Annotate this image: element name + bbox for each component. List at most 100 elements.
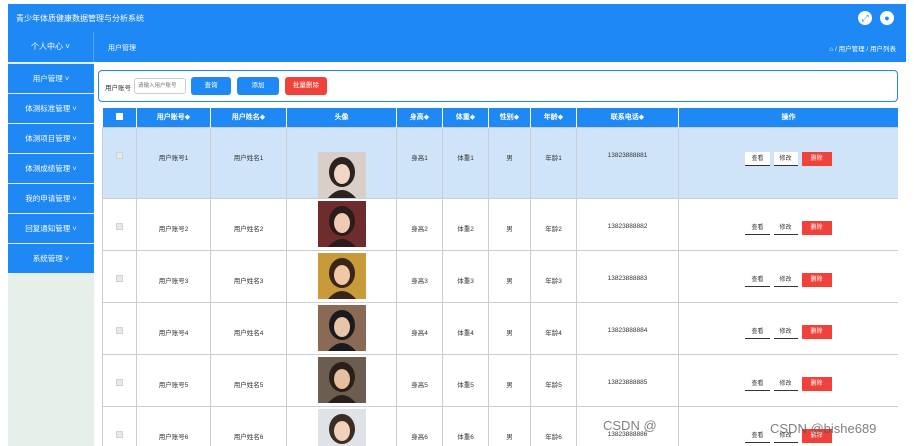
age-cell: 年龄6 bbox=[530, 405, 577, 446]
row-checkbox[interactable] bbox=[116, 274, 123, 282]
add-button[interactable]: 添加 bbox=[237, 77, 279, 95]
name-cell: 用户姓名3 bbox=[210, 249, 287, 303]
height-cell: 身高5 bbox=[396, 353, 443, 407]
col-name[interactable]: 用户姓名◆ bbox=[210, 108, 287, 127]
edit-button[interactable]: 修改 bbox=[773, 220, 798, 235]
view-button[interactable]: 查看 bbox=[745, 428, 770, 443]
avatar bbox=[317, 151, 366, 198]
view-button[interactable]: 查看 bbox=[745, 272, 770, 287]
table-row[interactable]: 用户账号4 用户姓名4 身高4 体重4 男年龄4 13823888884 查看 修改 删除 bbox=[102, 301, 898, 355]
edit-button[interactable]: 修改 bbox=[773, 324, 798, 339]
view-button[interactable]: 查看 bbox=[745, 324, 770, 339]
delete-button[interactable]: 删除 bbox=[801, 324, 832, 339]
row-checkbox[interactable] bbox=[116, 222, 123, 230]
col-account[interactable]: 用户账号◆ bbox=[136, 108, 211, 127]
select-cell[interactable] bbox=[102, 405, 137, 446]
sidebar-item-reply-notice[interactable]: 回复通知管理 ˅ bbox=[8, 214, 94, 243]
avatar-cell bbox=[286, 249, 397, 303]
phone-cell: 13823888881 bbox=[576, 126, 679, 199]
search-toolbar: 用户账号 查询 添加 批量删除 bbox=[98, 70, 898, 102]
view-button[interactable]: 查看 bbox=[745, 376, 770, 391]
sidebar-item-label: 用户管理 bbox=[32, 74, 63, 83]
sidebar-item-label: 体测标准管理 bbox=[25, 104, 71, 113]
account-label: 用户账号 bbox=[105, 85, 131, 92]
sidebar-item-label: 回复通知管理 bbox=[25, 224, 71, 233]
avatar-cell bbox=[286, 301, 397, 355]
delete-button[interactable]: 删除 bbox=[801, 220, 832, 235]
select-all-checkbox[interactable] bbox=[115, 112, 123, 120]
name-cell: 用户姓名4 bbox=[210, 301, 287, 355]
phone-cell: 13823888885 bbox=[576, 353, 679, 407]
select-all-header[interactable] bbox=[102, 108, 137, 127]
avatar-cell bbox=[286, 126, 397, 199]
col-age[interactable]: 年龄◆ bbox=[530, 108, 577, 127]
watermark-right: CSDN @bishe689 bbox=[770, 421, 877, 436]
delete-button[interactable]: 删除 bbox=[801, 376, 832, 391]
avatar bbox=[317, 304, 366, 351]
height-cell: 身高3 bbox=[396, 249, 443, 303]
sidebar-item-fitness-score[interactable]: 体测成绩管理 ˅ bbox=[8, 154, 94, 183]
view-button[interactable]: 查看 bbox=[745, 151, 770, 166]
col-phone[interactable]: 联系电话◆ bbox=[576, 108, 679, 127]
view-button[interactable]: 查看 bbox=[745, 220, 770, 235]
watermark-left: CSDN @ bbox=[603, 418, 657, 433]
select-cell[interactable] bbox=[102, 353, 137, 407]
delete-button[interactable]: 删除 bbox=[801, 151, 832, 166]
actions-cell: 查看 修改 删除 bbox=[678, 197, 898, 251]
name-cell: 用户姓名5 bbox=[210, 353, 287, 407]
sidebar-item-fitness-item[interactable]: 体测项目管理 ˅ bbox=[8, 124, 94, 153]
name-cell: 用户姓名2 bbox=[210, 197, 287, 251]
edit-button[interactable]: 修改 bbox=[773, 151, 798, 166]
age-cell: 年龄4 bbox=[530, 301, 577, 355]
sidebar-item-my-application[interactable]: 我的申请管理 ˅ bbox=[8, 184, 94, 213]
sidebar-item-fitness-standard[interactable]: 体测标准管理 ˅ bbox=[8, 94, 94, 123]
fullscreen-icon[interactable]: ⤢ bbox=[858, 11, 872, 25]
edit-button[interactable]: 修改 bbox=[773, 272, 798, 287]
table-row[interactable]: 用户账号2 用户姓名2 身高2 体重2 男年龄2 13823888882 查看 修改 删除 bbox=[102, 197, 898, 251]
account-cell: 用户账号2 bbox=[136, 197, 211, 251]
personal-center-menu[interactable]: 个人中心 ˅ bbox=[8, 32, 94, 62]
gender-cell: 男 bbox=[488, 301, 531, 355]
delete-button[interactable]: 删除 bbox=[801, 272, 832, 287]
row-checkbox[interactable] bbox=[116, 151, 123, 159]
account-cell: 用户账号6 bbox=[136, 405, 211, 446]
table-row[interactable]: 用户账号3 用户姓名3 身高3 体重3 男年龄3 13823888883 查看 修改 删除 bbox=[102, 249, 898, 303]
col-avatar: 头像 bbox=[286, 108, 397, 127]
col-gender[interactable]: 性别◆ bbox=[488, 108, 531, 127]
gender-cell: 男 bbox=[488, 197, 531, 251]
sidebar: 用户管理 ˅ 体测标准管理 ˅ 体测项目管理 ˅ 体测成绩管理 ˅ 我的申请管理… bbox=[8, 62, 94, 446]
user-icon[interactable]: ● bbox=[880, 11, 894, 25]
row-checkbox[interactable] bbox=[116, 430, 123, 438]
phone-cell: 13823888883 bbox=[576, 249, 679, 303]
actions-cell: 查看 修改 删除 bbox=[678, 126, 898, 199]
select-cell[interactable] bbox=[102, 301, 137, 355]
avatar-cell bbox=[286, 353, 397, 407]
personal-center-label: 个人中心 bbox=[31, 42, 64, 51]
table-row[interactable]: 用户账号1 用户姓名1 身高1 体重1 男年龄1 13823888881 查看 修改 删除 bbox=[102, 126, 898, 199]
col-height[interactable]: 身高◆ bbox=[396, 108, 443, 127]
avatar bbox=[317, 200, 366, 247]
sidebar-item-user-management[interactable]: 用户管理 ˅ bbox=[8, 64, 94, 93]
actions-cell: 查看 修改 删除 bbox=[678, 301, 898, 355]
batch-delete-button[interactable]: 批量删除 bbox=[285, 77, 327, 95]
account-search-input[interactable] bbox=[134, 78, 186, 94]
table-row[interactable]: 用户账号5 用户姓名5 身高5 体重5 男年龄5 13823888885 查看 修改 删除 bbox=[102, 353, 898, 407]
account-cell: 用户账号1 bbox=[136, 126, 211, 199]
sidebar-item-label: 体测项目管理 bbox=[25, 134, 71, 143]
select-cell[interactable] bbox=[102, 197, 137, 251]
height-cell: 身高1 bbox=[396, 126, 443, 199]
row-checkbox[interactable] bbox=[116, 378, 123, 386]
search-button[interactable]: 查询 bbox=[191, 77, 231, 95]
table-header: 用户账号◆ 用户姓名◆ 头像 身高◆ 体重◆ 性别◆ 年龄◆ 联系电话◆ 操作 bbox=[102, 108, 898, 127]
row-checkbox[interactable] bbox=[116, 326, 123, 334]
phone-cell: 13823888884 bbox=[576, 301, 679, 355]
edit-button[interactable]: 修改 bbox=[773, 376, 798, 391]
select-cell[interactable] bbox=[102, 126, 137, 199]
col-weight[interactable]: 体重◆ bbox=[442, 108, 489, 127]
age-cell: 年龄5 bbox=[530, 353, 577, 407]
phone-cell: 13823888882 bbox=[576, 197, 679, 251]
gender-cell: 男 bbox=[488, 353, 531, 407]
sidebar-item-system[interactable]: 系统管理 ˅ bbox=[8, 244, 94, 273]
weight-cell: 体重5 bbox=[442, 353, 489, 407]
select-cell[interactable] bbox=[102, 249, 137, 303]
